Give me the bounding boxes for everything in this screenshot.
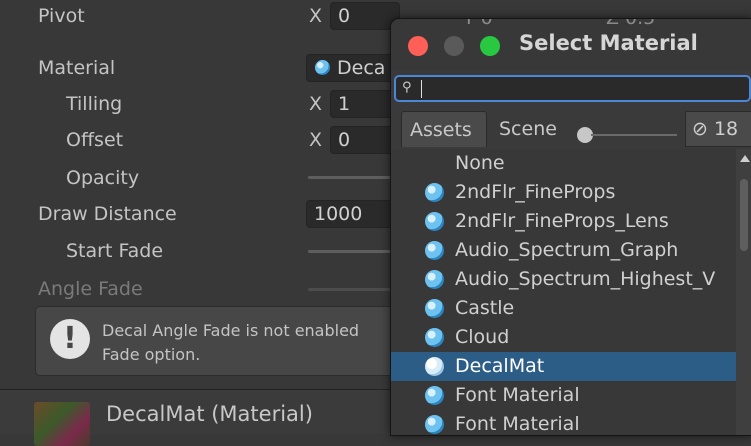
list-item[interactable]: Audio_Spectrum_Graph — [391, 236, 736, 265]
scroll-up-arrow-icon[interactable] — [740, 155, 750, 162]
start-fade-label: Start Fade — [66, 240, 164, 262]
tab-assets[interactable]: Assets — [401, 111, 487, 147]
material-label: Material — [38, 57, 116, 79]
material-icon — [425, 299, 444, 318]
list-item-label: Audio_Spectrum_Highest_V — [455, 268, 716, 290]
material-icon — [425, 415, 444, 434]
material-preview-thumbnail — [34, 402, 90, 446]
material-field[interactable]: Deca — [306, 54, 400, 82]
angle-fade-label: Angle Fade — [38, 278, 143, 300]
pivot-z-field-partial: Z 0.5 — [606, 18, 656, 29]
list-item[interactable]: Font Material — [391, 410, 736, 435]
draw-distance-label: Draw Distance — [38, 203, 177, 225]
opacity-label: Opacity — [66, 167, 140, 189]
material-icon — [425, 270, 444, 289]
scrollbar-thumb[interactable] — [740, 179, 748, 251]
help-text: Decal Angle Fade is not enabled Fade opt… — [102, 319, 359, 367]
zoom-window-button[interactable] — [480, 36, 500, 56]
material-icon — [425, 212, 444, 231]
list-item-label: Font Material — [455, 384, 580, 406]
list-item-label: Font Material — [455, 413, 580, 435]
material-icon — [425, 183, 444, 202]
material-icon — [425, 328, 444, 347]
list-item[interactable]: Font Material — [391, 381, 736, 410]
minimize-window-button[interactable] — [444, 36, 464, 56]
offset-x-axis-label: X — [309, 129, 323, 151]
material-icon — [425, 241, 444, 260]
search-icon: ⚲ — [402, 80, 412, 95]
draw-distance-field[interactable]: 1000 — [306, 200, 400, 228]
material-value: Deca — [337, 57, 386, 79]
list-item[interactable]: Cloud — [391, 323, 736, 352]
list-item[interactable]: Audio_Spectrum_Highest_V — [391, 265, 736, 294]
list-item-label: None — [455, 152, 505, 174]
list-item-label: Castle — [455, 297, 515, 319]
material-icon — [315, 60, 330, 75]
material-icon — [425, 357, 444, 376]
list-item-selected[interactable]: DecalMat — [391, 352, 736, 381]
list-item-label: 2ndFlr_FineProps_Lens — [455, 210, 669, 232]
select-material-window: Y 0 Z 0.5 Select Material ⚲ Assets Scene… — [390, 18, 751, 436]
angle-fade-slider — [308, 288, 398, 291]
opacity-slider[interactable] — [308, 176, 398, 179]
help-box: ! Decal Angle Fade is not enabled Fade o… — [35, 306, 435, 376]
tilling-label: Tilling — [66, 93, 123, 115]
warning-exclamation-icon: ! — [50, 319, 90, 359]
help-text-line-1: Decal Angle Fade is not enabled — [102, 321, 360, 340]
window-title: Select Material — [519, 31, 698, 55]
pivot-y-field-partial: Y 0 — [463, 18, 493, 29]
list-item-label: Audio_Spectrum_Graph — [455, 239, 679, 261]
search-input[interactable]: ⚲ — [394, 75, 751, 102]
list-item-label: Cloud — [455, 326, 510, 348]
list-scrollbar[interactable] — [736, 149, 751, 435]
thumbnail-size-slider-track[interactable] — [591, 134, 677, 136]
material-icon — [425, 386, 444, 405]
titlebar: Y 0 Z 0.5 Select Material — [391, 19, 751, 71]
tilling-x-axis-label: X — [309, 93, 323, 115]
material-footer-title: DecalMat (Material) — [106, 402, 313, 426]
pivot-label: Pivot — [38, 5, 85, 27]
list-item[interactable]: 2ndFlr_FineProps — [391, 178, 736, 207]
text-caret — [421, 80, 422, 98]
eye-slash-icon: ⊘ — [692, 118, 708, 140]
list-item[interactable]: Castle — [391, 294, 736, 323]
list-item[interactable]: 2ndFlr_FineProps_Lens — [391, 207, 736, 236]
list-item-label: 2ndFlr_FineProps — [455, 181, 616, 203]
hidden-count: 18 — [713, 118, 739, 140]
offset-label: Offset — [66, 129, 124, 151]
list-item-none[interactable]: None — [391, 149, 736, 178]
list-item-label: DecalMat — [455, 355, 545, 377]
material-list: None 2ndFlr_FineProps 2ndFlr_FineProps_L… — [391, 149, 736, 435]
start-fade-slider[interactable] — [308, 250, 398, 253]
hidden-packages-toggle[interactable]: ⊘ 18 — [685, 111, 751, 147]
help-text-line-2: Fade option. — [102, 345, 201, 364]
close-window-button[interactable] — [408, 36, 428, 56]
tab-scene[interactable]: Scene — [491, 111, 565, 147]
pivot-x-axis-label: X — [309, 5, 323, 27]
